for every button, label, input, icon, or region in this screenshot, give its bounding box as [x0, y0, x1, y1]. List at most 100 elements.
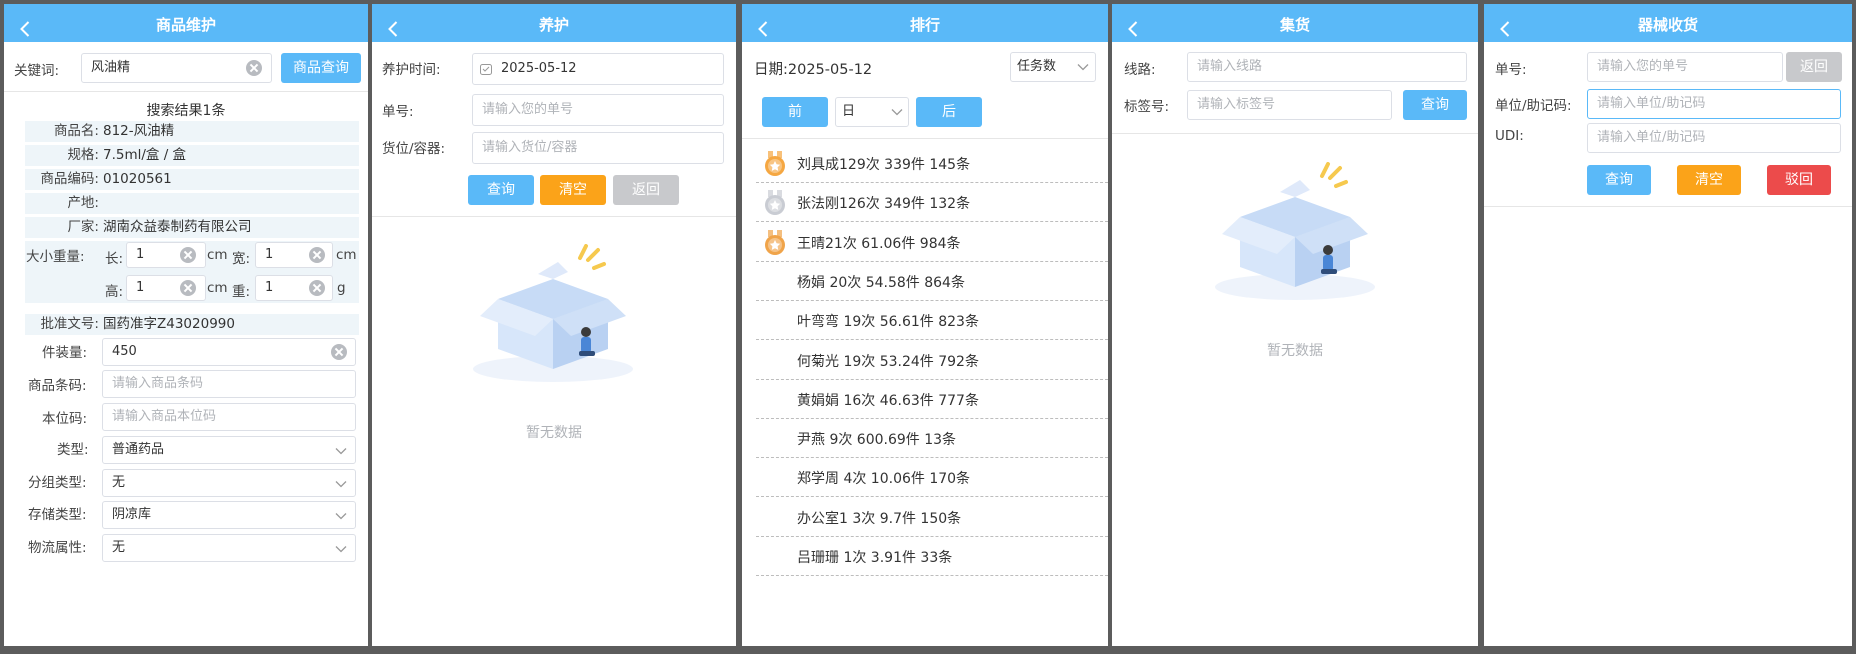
- unit-code-input[interactable]: 请输入单位/助记码: [1587, 89, 1841, 119]
- storage-type-label: 存储类型:: [28, 507, 87, 523]
- clear-icon[interactable]: [331, 344, 347, 360]
- clear-icon[interactable]: [180, 280, 196, 296]
- chevron-down-icon: [1077, 63, 1089, 71]
- ranking-text: 尹燕 9次 600.69件 13条: [797, 432, 957, 449]
- page-title: 排行: [909, 16, 940, 34]
- back-icon[interactable]: [384, 13, 404, 33]
- info-row-manufacturer: 厂家: 湖南众益泰制药有限公司: [25, 217, 359, 238]
- ranking-row: 刘具成129次 339件 145条: [756, 144, 1108, 183]
- ranking-row: 张法刚126次 349件 132条: [756, 183, 1108, 223]
- logistics-select[interactable]: 无: [102, 534, 356, 562]
- back-icon[interactable]: [754, 13, 774, 33]
- clear-icon[interactable]: [180, 247, 196, 263]
- group-type-label: 分组类型:: [28, 475, 87, 491]
- result-count: 搜索结果1条: [146, 103, 226, 119]
- ranking-text: 黄娟娟 16次 46.63件 777条: [797, 392, 979, 409]
- keyword-label: 关键词:: [14, 63, 60, 79]
- empty-box-illustration: [468, 244, 638, 384]
- order-no-input[interactable]: 请输入您的单号: [472, 94, 724, 126]
- product-query-button[interactable]: 商品查询: [281, 53, 361, 83]
- type-select[interactable]: 普通药品: [102, 436, 356, 464]
- panel-ranking: 排行 日期:2025-05-12 任务数 前 日 后 刘具成129次 339件 …: [742, 4, 1108, 646]
- order-no-label: 单号:: [382, 104, 414, 120]
- header: 养护: [372, 4, 736, 42]
- height-label: 高:: [105, 284, 124, 300]
- reject-button[interactable]: 驳回: [1767, 165, 1831, 195]
- chevron-down-icon: [891, 108, 903, 116]
- weight-label: 重:: [232, 284, 251, 300]
- back-button[interactable]: 返回: [613, 175, 679, 205]
- info-row-code: 商品编码: 01020561: [25, 169, 359, 190]
- empty-text: 暂无数据: [526, 425, 582, 441]
- ranking-text: 杨娟 20次 54.58件 864条: [797, 274, 965, 291]
- width-unit: cm: [336, 247, 357, 263]
- panel-consolidation: 集货 线路: 请输入线路 标签号: 请输入标签号 查询 暂无数据: [1112, 4, 1478, 646]
- maintenance-time-label: 养护时间:: [382, 62, 441, 78]
- route-label: 线路:: [1124, 62, 1156, 78]
- order-no-input[interactable]: 请输入您的单号: [1587, 52, 1783, 82]
- clear-icon[interactable]: [309, 247, 325, 263]
- length-unit: cm: [207, 247, 228, 263]
- info-row-name: 商品名: 812-风油精: [25, 121, 359, 142]
- chevron-down-icon: [335, 545, 347, 553]
- chevron-down-icon: [335, 512, 347, 520]
- divider: [4, 91, 368, 92]
- ranking-row: 尹燕 9次 600.69件 13条: [756, 419, 1108, 459]
- tag-input[interactable]: 请输入标签号: [1187, 90, 1392, 120]
- ranking-text: 郑学周 4次 10.06件 170条: [797, 471, 971, 488]
- ranking-row: 杨娟 20次 54.58件 864条: [756, 262, 1108, 301]
- header: 器械收货: [1484, 4, 1852, 42]
- clear-button[interactable]: 清空: [1677, 165, 1741, 195]
- ranking-row: 叶弯弯 19次 56.61件 823条: [756, 301, 1108, 341]
- page-title: 养护: [538, 16, 569, 34]
- ranking-text: 叶弯弯 19次 56.61件 823条: [797, 314, 979, 331]
- clear-button[interactable]: 清空: [540, 175, 606, 205]
- clear-icon[interactable]: [309, 280, 325, 296]
- header: 排行: [742, 4, 1108, 42]
- query-button[interactable]: 查询: [1403, 90, 1467, 120]
- barcode-input[interactable]: 请输入商品条码: [102, 370, 356, 398]
- page-title: 器械收货: [1637, 16, 1698, 34]
- back-icon[interactable]: [1124, 13, 1144, 33]
- storage-type-select[interactable]: 阴凉库: [102, 501, 356, 529]
- length-label: 长:: [105, 251, 124, 267]
- route-input[interactable]: 请输入线路: [1187, 52, 1467, 82]
- gold-medal-icon: [763, 151, 787, 177]
- udi-input[interactable]: 请输入单位/助记码: [1587, 123, 1841, 153]
- slot-input[interactable]: 请输入货位/容器: [472, 132, 724, 164]
- chevron-down-icon: [335, 480, 347, 488]
- ranking-text: 吕珊珊 1次 3.91件 33条: [797, 550, 953, 566]
- divider: [1484, 206, 1852, 207]
- width-label: 宽:: [232, 251, 251, 267]
- back-icon[interactable]: [1496, 13, 1516, 33]
- panel-product-maintenance: 商品维护 关键词: 风油精 商品查询 搜索结果1条 商品名: 812-风油精 规格…: [4, 4, 368, 646]
- ranking-text: 办公室1 3次 9.7件 150条: [797, 510, 962, 527]
- tag-label: 标签号:: [1124, 99, 1170, 115]
- unit-code-label: 单位/助记码:: [1495, 98, 1572, 114]
- weight-unit: g: [337, 280, 346, 296]
- ranking-text: 刘具成129次 339件 145条: [797, 157, 971, 173]
- ranking-text: 王晴21次 61.06件 984条: [797, 235, 961, 252]
- date-input[interactable]: 2025-05-12: [472, 53, 724, 85]
- back-button[interactable]: 返回: [1786, 52, 1842, 82]
- logistics-label: 物流属性:: [28, 540, 87, 556]
- type-label: 类型:: [57, 442, 89, 458]
- pack-qty-input[interactable]: 450: [102, 338, 356, 366]
- location-code-label: 本位码:: [42, 411, 88, 427]
- location-code-input[interactable]: 请输入商品本位码: [102, 403, 356, 431]
- query-button[interactable]: 查询: [1587, 165, 1651, 195]
- next-button[interactable]: 后: [916, 97, 982, 127]
- keyword-input[interactable]: 风油精: [81, 53, 272, 83]
- slot-label: 货位/容器:: [382, 141, 446, 157]
- info-row-approval: 批准文号: 国药准字Z43020990: [25, 314, 359, 335]
- divider: [372, 216, 736, 217]
- back-icon[interactable]: [16, 13, 36, 33]
- query-button[interactable]: 查询: [468, 175, 534, 205]
- prev-button[interactable]: 前: [762, 97, 828, 127]
- clear-icon[interactable]: [246, 60, 262, 76]
- ranking-row: 郑学周 4次 10.06件 170条: [756, 458, 1108, 498]
- ranking-row: 何菊光 19次 53.24件 792条: [756, 341, 1108, 380]
- group-type-select[interactable]: 无: [102, 469, 356, 497]
- height-unit: cm: [207, 280, 228, 296]
- date-label: 日期:2025-05-12: [754, 62, 873, 78]
